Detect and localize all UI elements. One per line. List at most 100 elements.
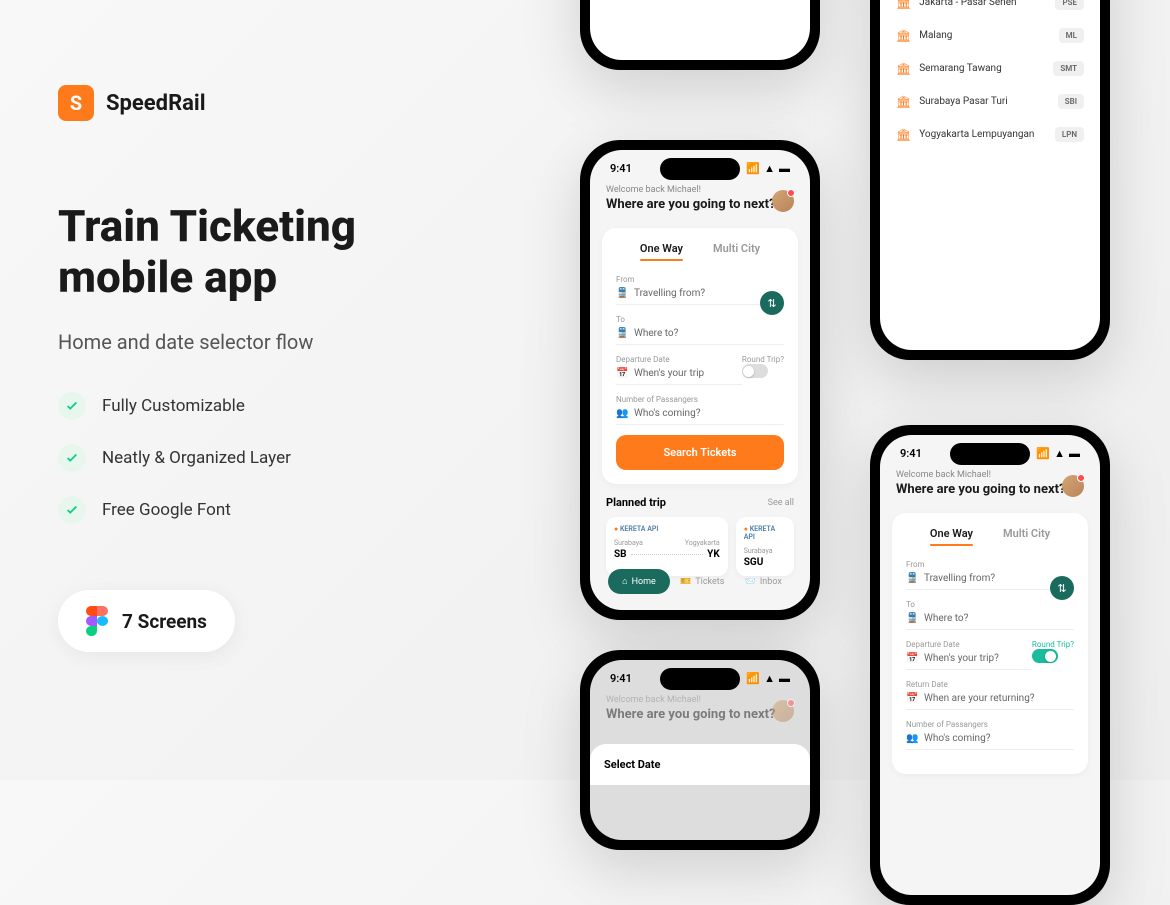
calendar-icon: 📅: [906, 652, 918, 664]
departure-field[interactable]: Departure Date 📅 When's your trip: [616, 355, 742, 385]
nav-home[interactable]: ⌂Home: [608, 569, 670, 594]
station-code: ML: [1059, 28, 1084, 43]
passengers-placeholder: Who's coming?: [634, 408, 700, 419]
departure-placeholder: When's your trip: [634, 368, 704, 379]
greeting-large: Where are you going to next?: [896, 482, 1084, 497]
to-label: To: [616, 315, 784, 324]
phone-mockup-home: 9:41 📶 ▲ ▬ Welcome back Michael! Where a…: [580, 140, 820, 620]
train-icon: 🚆: [906, 612, 918, 624]
ticket-icon: 🎫: [680, 577, 691, 587]
hero-subtitle: Home and date selector flow: [58, 330, 538, 354]
signal-icon: 📶: [746, 162, 760, 175]
return-field[interactable]: Return Date 📅When are your returning?: [906, 680, 1074, 710]
station-code: SMT: [1053, 61, 1084, 76]
train-icon: 🚆: [616, 287, 628, 299]
from-placeholder: Travelling from?: [634, 288, 705, 299]
train-icon: 🚆: [616, 327, 628, 339]
inbox-icon: 📨: [745, 577, 756, 587]
brand-icon: S: [58, 85, 94, 121]
notch: [660, 158, 740, 180]
tab-one-way[interactable]: One Way: [640, 242, 683, 261]
search-card: One Way Multi City From 🚆 Travelling from…: [602, 228, 798, 484]
building-icon: 🏛: [896, 62, 911, 76]
popular-list: 🏛JakartaJKT-A 🏛Jakarta - Pasar SenenPSE …: [880, 0, 1100, 151]
carrier-logo: ● KERETA API: [614, 525, 720, 533]
swap-button[interactable]: ⇅: [760, 291, 784, 315]
users-icon: 👥: [616, 407, 628, 419]
to-placeholder: Where to?: [634, 328, 678, 339]
roundtrip-label: Round Trip?: [742, 355, 784, 364]
swap-button[interactable]: ⇅: [1050, 576, 1074, 600]
check-icon: [58, 496, 86, 524]
station-code: SBI: [1058, 94, 1084, 109]
phone-mockup-datepicker: 9:41 📶▲▬ Welcome back Michael! Where are…: [580, 650, 820, 850]
avatar[interactable]: [1062, 475, 1084, 497]
nav-tickets[interactable]: 🎫Tickets: [670, 571, 734, 593]
feature-item: Free Google Font: [58, 496, 538, 524]
destination-row[interactable]: 🏛Semarang TawangSMT: [896, 52, 1084, 85]
greeting-large: Where are you going to next?: [606, 197, 794, 212]
departure-field[interactable]: Departure Date 📅When's your trip?: [906, 640, 1032, 670]
feature-text: Neatly & Organized Layer: [102, 448, 291, 468]
station-code: LPN: [1055, 127, 1084, 142]
train-icon: 🚆: [906, 572, 918, 584]
battery-icon: ▬: [779, 162, 790, 175]
see-all-link[interactable]: See all: [768, 498, 794, 508]
hero-title: Train Ticketingmobile app: [58, 201, 538, 302]
trip-type-tabs: One Way Multi City: [616, 242, 784, 261]
roundtrip-label: Round Trip?: [1032, 640, 1074, 649]
passengers-label: Number of Passangers: [616, 395, 784, 404]
greeting-small: Welcome back Michael!: [896, 470, 1084, 480]
destination-row[interactable]: 🏛Surabaya Pasar TuriSBI: [896, 85, 1084, 118]
destination-row[interactable]: 🏛MalangML: [896, 19, 1084, 52]
search-card: One Way Multi City From 🚆Travelling from…: [892, 513, 1088, 774]
calendar-icon: 📅: [616, 367, 628, 379]
notch: [660, 668, 740, 690]
home-icon: ⌂: [622, 576, 627, 587]
tab-multi-city[interactable]: Multi City: [713, 242, 760, 261]
figma-icon: [86, 606, 108, 636]
from-field[interactable]: From 🚆Travelling from?: [906, 560, 1074, 590]
roundtrip-toggle[interactable]: [742, 364, 768, 378]
to-field[interactable]: To 🚆Where to?: [906, 600, 1074, 630]
station-code: PSE: [1055, 0, 1084, 10]
brand-name: SpeedRail: [106, 91, 206, 116]
avatar[interactable]: [772, 700, 794, 722]
departure-label: Departure Date: [616, 355, 742, 364]
building-icon: 🏛: [896, 0, 911, 10]
screens-badge: 7 Screens: [58, 590, 235, 652]
status-icons: 📶▲▬: [1036, 447, 1080, 460]
tab-one-way[interactable]: One Way: [930, 527, 973, 546]
passengers-field[interactable]: Number of Passangers 👥 Who's coming?: [616, 395, 784, 425]
phone-mockup-multicity: + Add more trips Search Tickets: [580, 0, 820, 70]
destination-row[interactable]: 🏛Yogyakarta LempuyanganLPN: [896, 118, 1084, 151]
feature-item: Fully Customizable: [58, 392, 538, 420]
passengers-field[interactable]: Number of Passangers 👥Who's coming?: [906, 720, 1074, 750]
search-button[interactable]: Search Tickets: [616, 435, 784, 470]
nav-inbox[interactable]: 📨Inbox: [735, 571, 792, 593]
tab-multi-city[interactable]: Multi City: [1003, 527, 1050, 546]
status-time: 9:41: [610, 162, 632, 175]
building-icon: 🏛: [896, 95, 911, 109]
status-icons: 📶 ▲ ▬: [746, 162, 790, 175]
calendar-icon: 📅: [906, 692, 918, 704]
status-time: 9:41: [610, 672, 632, 685]
users-icon: 👥: [906, 732, 918, 744]
to-field[interactable]: To 🚆 Where to?: [616, 315, 784, 345]
building-icon: 🏛: [896, 128, 911, 142]
from-field[interactable]: From 🚆 Travelling from?: [616, 275, 784, 305]
planned-header: Planned trip See all: [590, 496, 810, 509]
building-icon: 🏛: [896, 29, 911, 43]
roundtrip-toggle[interactable]: [1032, 649, 1058, 663]
carrier-logo: ● KERETA API: [744, 525, 786, 541]
from-label: From: [616, 275, 784, 284]
check-icon: [58, 444, 86, 472]
greeting-small: Welcome back Michael!: [606, 185, 794, 195]
promo-panel: S SpeedRail Train Ticketingmobile app Ho…: [58, 85, 538, 652]
destination-row[interactable]: 🏛Jakarta - Pasar SenenPSE: [896, 0, 1084, 19]
feature-item: Neatly & Organized Layer: [58, 444, 538, 472]
avatar[interactable]: [772, 190, 794, 212]
planned-title: Planned trip: [606, 496, 666, 509]
brand-logo: S SpeedRail: [58, 85, 538, 121]
phone-mockup-destinations: 🕐YogyakartaYK 🕐Yogyakarta - BrambananBBN…: [870, 0, 1110, 360]
